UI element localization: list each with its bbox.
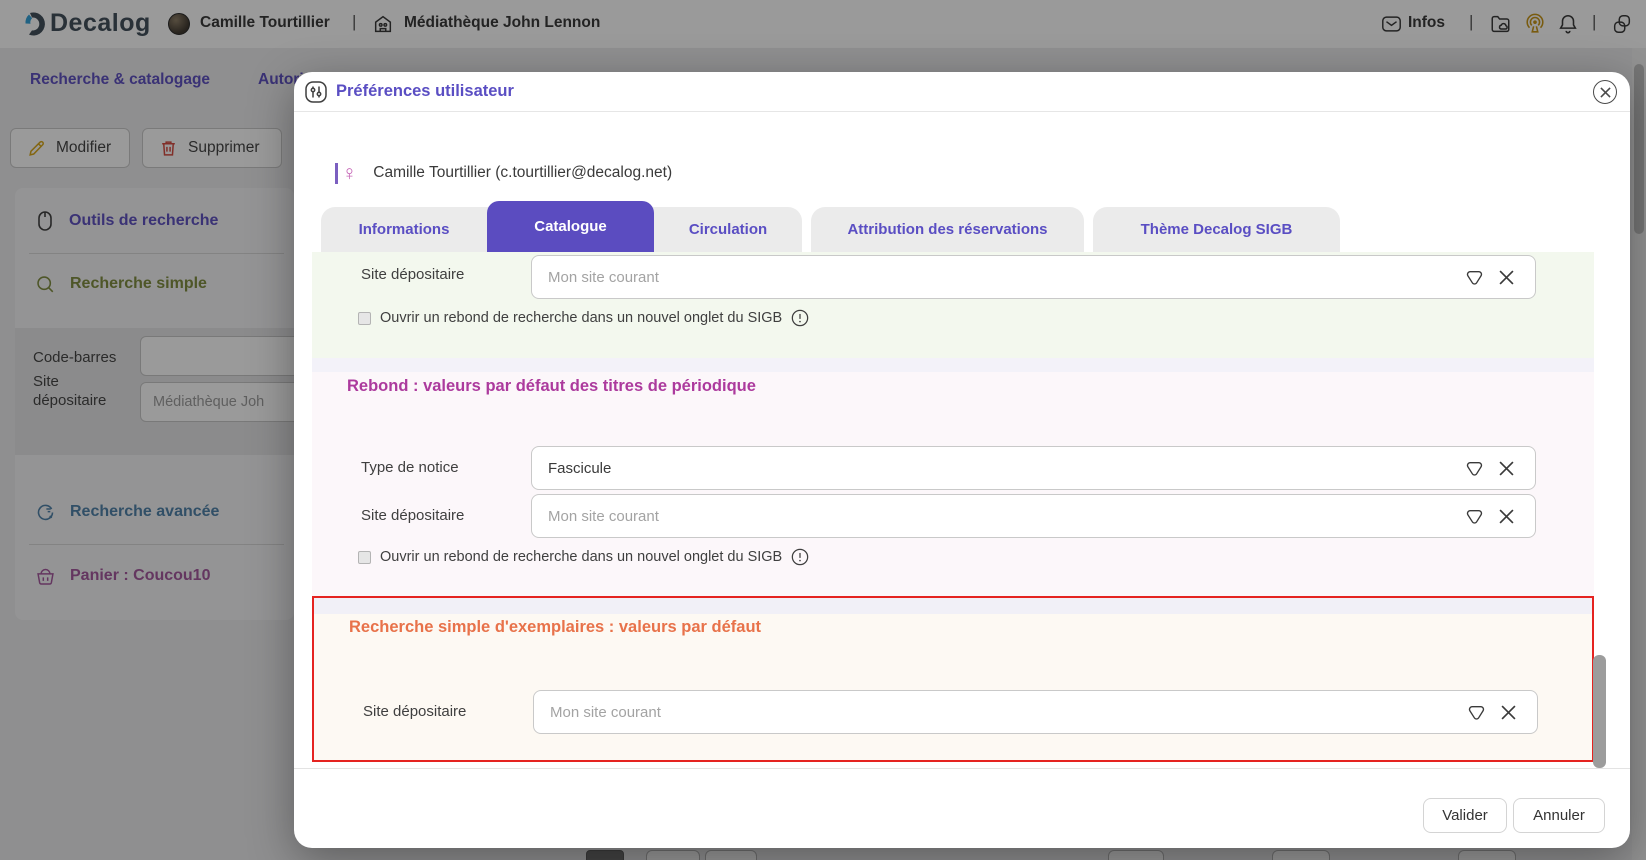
info-icon[interactable] — [791, 548, 809, 566]
site-depositaire-field — [531, 255, 1536, 299]
dropdown-picker-icon[interactable] — [1465, 255, 1484, 299]
gender-bar-icon — [335, 162, 338, 184]
clear-field-icon[interactable] — [1499, 446, 1514, 490]
dialog-tabs: Informations Catalogue Circulation Attri… — [321, 201, 1340, 252]
section-header: Recherche simple d'exemplaires : valeurs… — [349, 618, 762, 636]
content-footer-divider — [294, 768, 1630, 769]
dialog-scrollbar-thumb[interactable] — [1593, 655, 1606, 768]
dropdown-picker-icon[interactable] — [1465, 494, 1484, 538]
dialog-user-text: Camille Tourtillier (c.tourtillier@decal… — [373, 164, 673, 181]
checkbox-label: Ouvrir un rebond de recherche dans un no… — [380, 310, 783, 326]
preferences-icon — [304, 80, 328, 104]
site-depositaire-label: Site dépositaire — [361, 266, 465, 283]
tab-group-3: Thème Decalog SIGB — [1093, 207, 1340, 252]
confirm-button[interactable]: Valider — [1423, 798, 1507, 833]
female-icon: ♀ — [341, 161, 358, 185]
close-icon[interactable] — [1593, 80, 1617, 104]
site-depositaire-input[interactable] — [531, 494, 1536, 538]
open-new-tab-option: Ouvrir un rebond de recherche dans un no… — [358, 548, 809, 566]
clear-field-icon[interactable] — [1499, 255, 1514, 299]
type-notice-input[interactable] — [531, 446, 1536, 490]
clear-field-icon[interactable] — [1501, 690, 1516, 734]
tab-catalogue[interactable]: Catalogue — [487, 201, 654, 252]
cancel-button[interactable]: Annuler — [1513, 798, 1605, 833]
tab-group-1: Informations Catalogue Circulation — [321, 201, 802, 252]
site-depositaire-label: Site dépositaire — [361, 507, 465, 524]
section-inner-strip — [314, 598, 1592, 614]
site-depositaire-field — [533, 690, 1538, 734]
tab-theme-decalog-sigb[interactable]: Thème Decalog SIGB — [1093, 207, 1340, 252]
dialog-user-line: ♀ Camille Tourtillier (c.tourtillier@dec… — [335, 158, 672, 188]
tab-circulation[interactable]: Circulation — [654, 207, 802, 252]
section-header: Rebond : valeurs par défaut des titres d… — [347, 377, 756, 395]
preferences-dialog: Préférences utilisateur ♀ Camille Tourti… — [294, 72, 1630, 848]
open-new-tab-option: Ouvrir un rebond de recherche dans un no… — [358, 309, 809, 327]
checkbox-label: Ouvrir un rebond de recherche dans un no… — [380, 549, 783, 565]
site-depositaire-field — [531, 494, 1536, 538]
tab-attribution-reservations[interactable]: Attribution des réservations — [811, 207, 1084, 252]
site-depositaire-input[interactable] — [533, 690, 1538, 734]
dialog-header: Préférences utilisateur — [294, 72, 1630, 112]
site-depositaire-label: Site dépositaire — [363, 703, 467, 720]
tab-informations[interactable]: Informations — [321, 207, 487, 252]
checkbox[interactable] — [358, 550, 371, 564]
section-rebond-notices: Site dépositaire Ouvrir un rebond de rec… — [312, 252, 1594, 358]
clear-field-icon[interactable] — [1499, 494, 1514, 538]
section-rebond-periodiques: Rebond : valeurs par défaut des titres d… — [312, 372, 1594, 596]
tab-group-2: Attribution des réservations — [811, 207, 1084, 252]
section-gap — [312, 358, 1594, 372]
dialog-title: Préférences utilisateur — [336, 82, 514, 100]
info-icon[interactable] — [791, 309, 809, 327]
checkbox[interactable] — [358, 311, 371, 325]
site-depositaire-input[interactable] — [531, 255, 1536, 299]
type-notice-field — [531, 446, 1536, 490]
type-notice-label: Type de notice — [361, 459, 459, 476]
dropdown-picker-icon[interactable] — [1465, 446, 1484, 490]
dropdown-picker-icon[interactable] — [1467, 690, 1486, 734]
section-exemplaires-highlighted: Recherche simple d'exemplaires : valeurs… — [312, 596, 1594, 762]
